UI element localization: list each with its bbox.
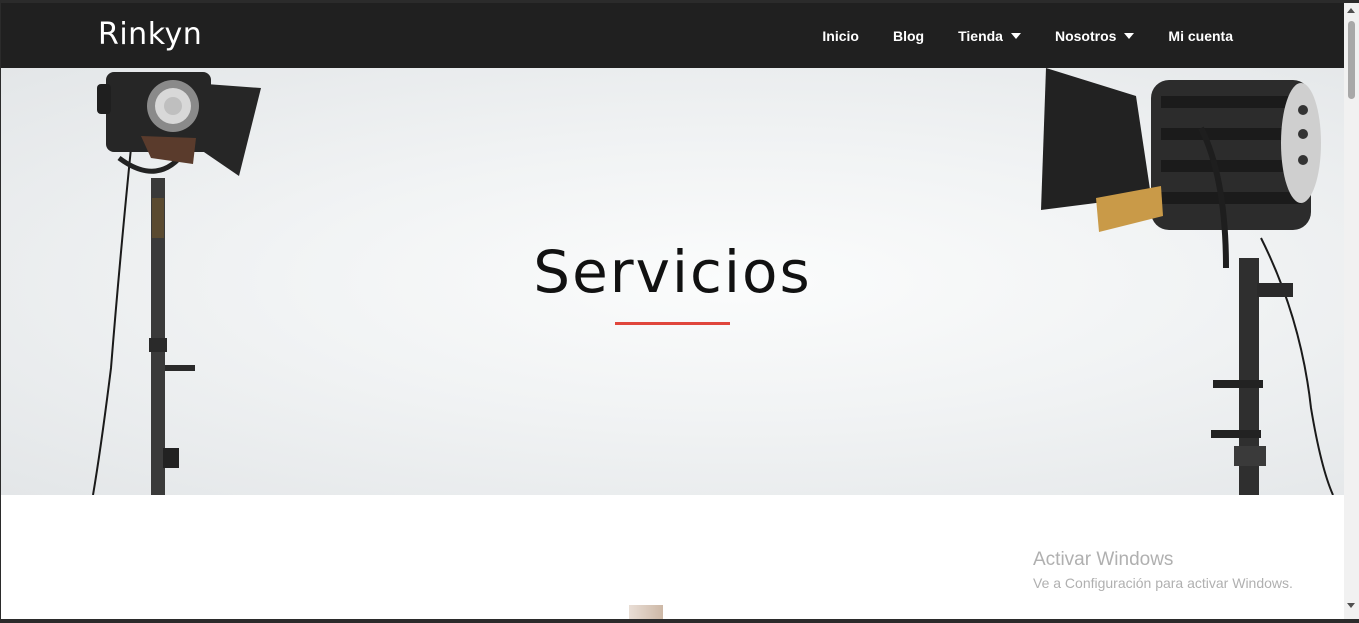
nav-label: Mi cuenta <box>1168 27 1233 44</box>
nav-label: Nosotros <box>1054 27 1117 44</box>
scrollbar-thumb[interactable] <box>1348 21 1355 99</box>
nav-item-nosotros[interactable]: Nosotros <box>1054 27 1135 44</box>
vertical-scrollbar[interactable] <box>1344 3 1359 619</box>
nav-item-blog[interactable]: Blog <box>893 28 924 44</box>
windows-activation-watermark: Activar Windows Ve a Configuración para … <box>1033 549 1293 591</box>
scroll-down-icon[interactable] <box>1347 603 1355 608</box>
site-header: Rinkyn Inicio Blog Tienda Nosotros Mi cu… <box>1 3 1344 68</box>
nav-item-tienda[interactable]: Tienda <box>958 28 1021 44</box>
watermark-title: Activar Windows <box>1033 549 1174 570</box>
nav-item-inicio[interactable]: Inicio <box>822 28 859 44</box>
page-title: Servicios <box>533 238 812 306</box>
service-image-fragment <box>629 605 663 619</box>
site-logo[interactable]: Rinkyn <box>98 17 202 52</box>
nav-label: Inicio <box>822 27 859 44</box>
browser-viewport: Rinkyn Inicio Blog Tienda Nosotros Mi cu… <box>1 3 1344 619</box>
chevron-down-icon <box>1124 32 1135 39</box>
services-content: Activar Windows Ve a Configuración para … <box>1 495 1344 619</box>
nav-label: Tienda <box>958 27 1003 44</box>
hero-banner: Servicios <box>1 68 1344 495</box>
nav-label: Blog <box>892 27 925 44</box>
title-underline <box>615 322 730 325</box>
scroll-up-icon[interactable] <box>1347 8 1355 13</box>
watermark-subtitle: Ve a Configuración para activar Windows. <box>1033 575 1293 591</box>
chevron-down-icon <box>1010 32 1021 39</box>
nav-item-mi-cuenta[interactable]: Mi cuenta <box>1168 28 1233 44</box>
main-nav: Inicio Blog Tienda Nosotros Mi cuenta <box>788 3 1233 68</box>
